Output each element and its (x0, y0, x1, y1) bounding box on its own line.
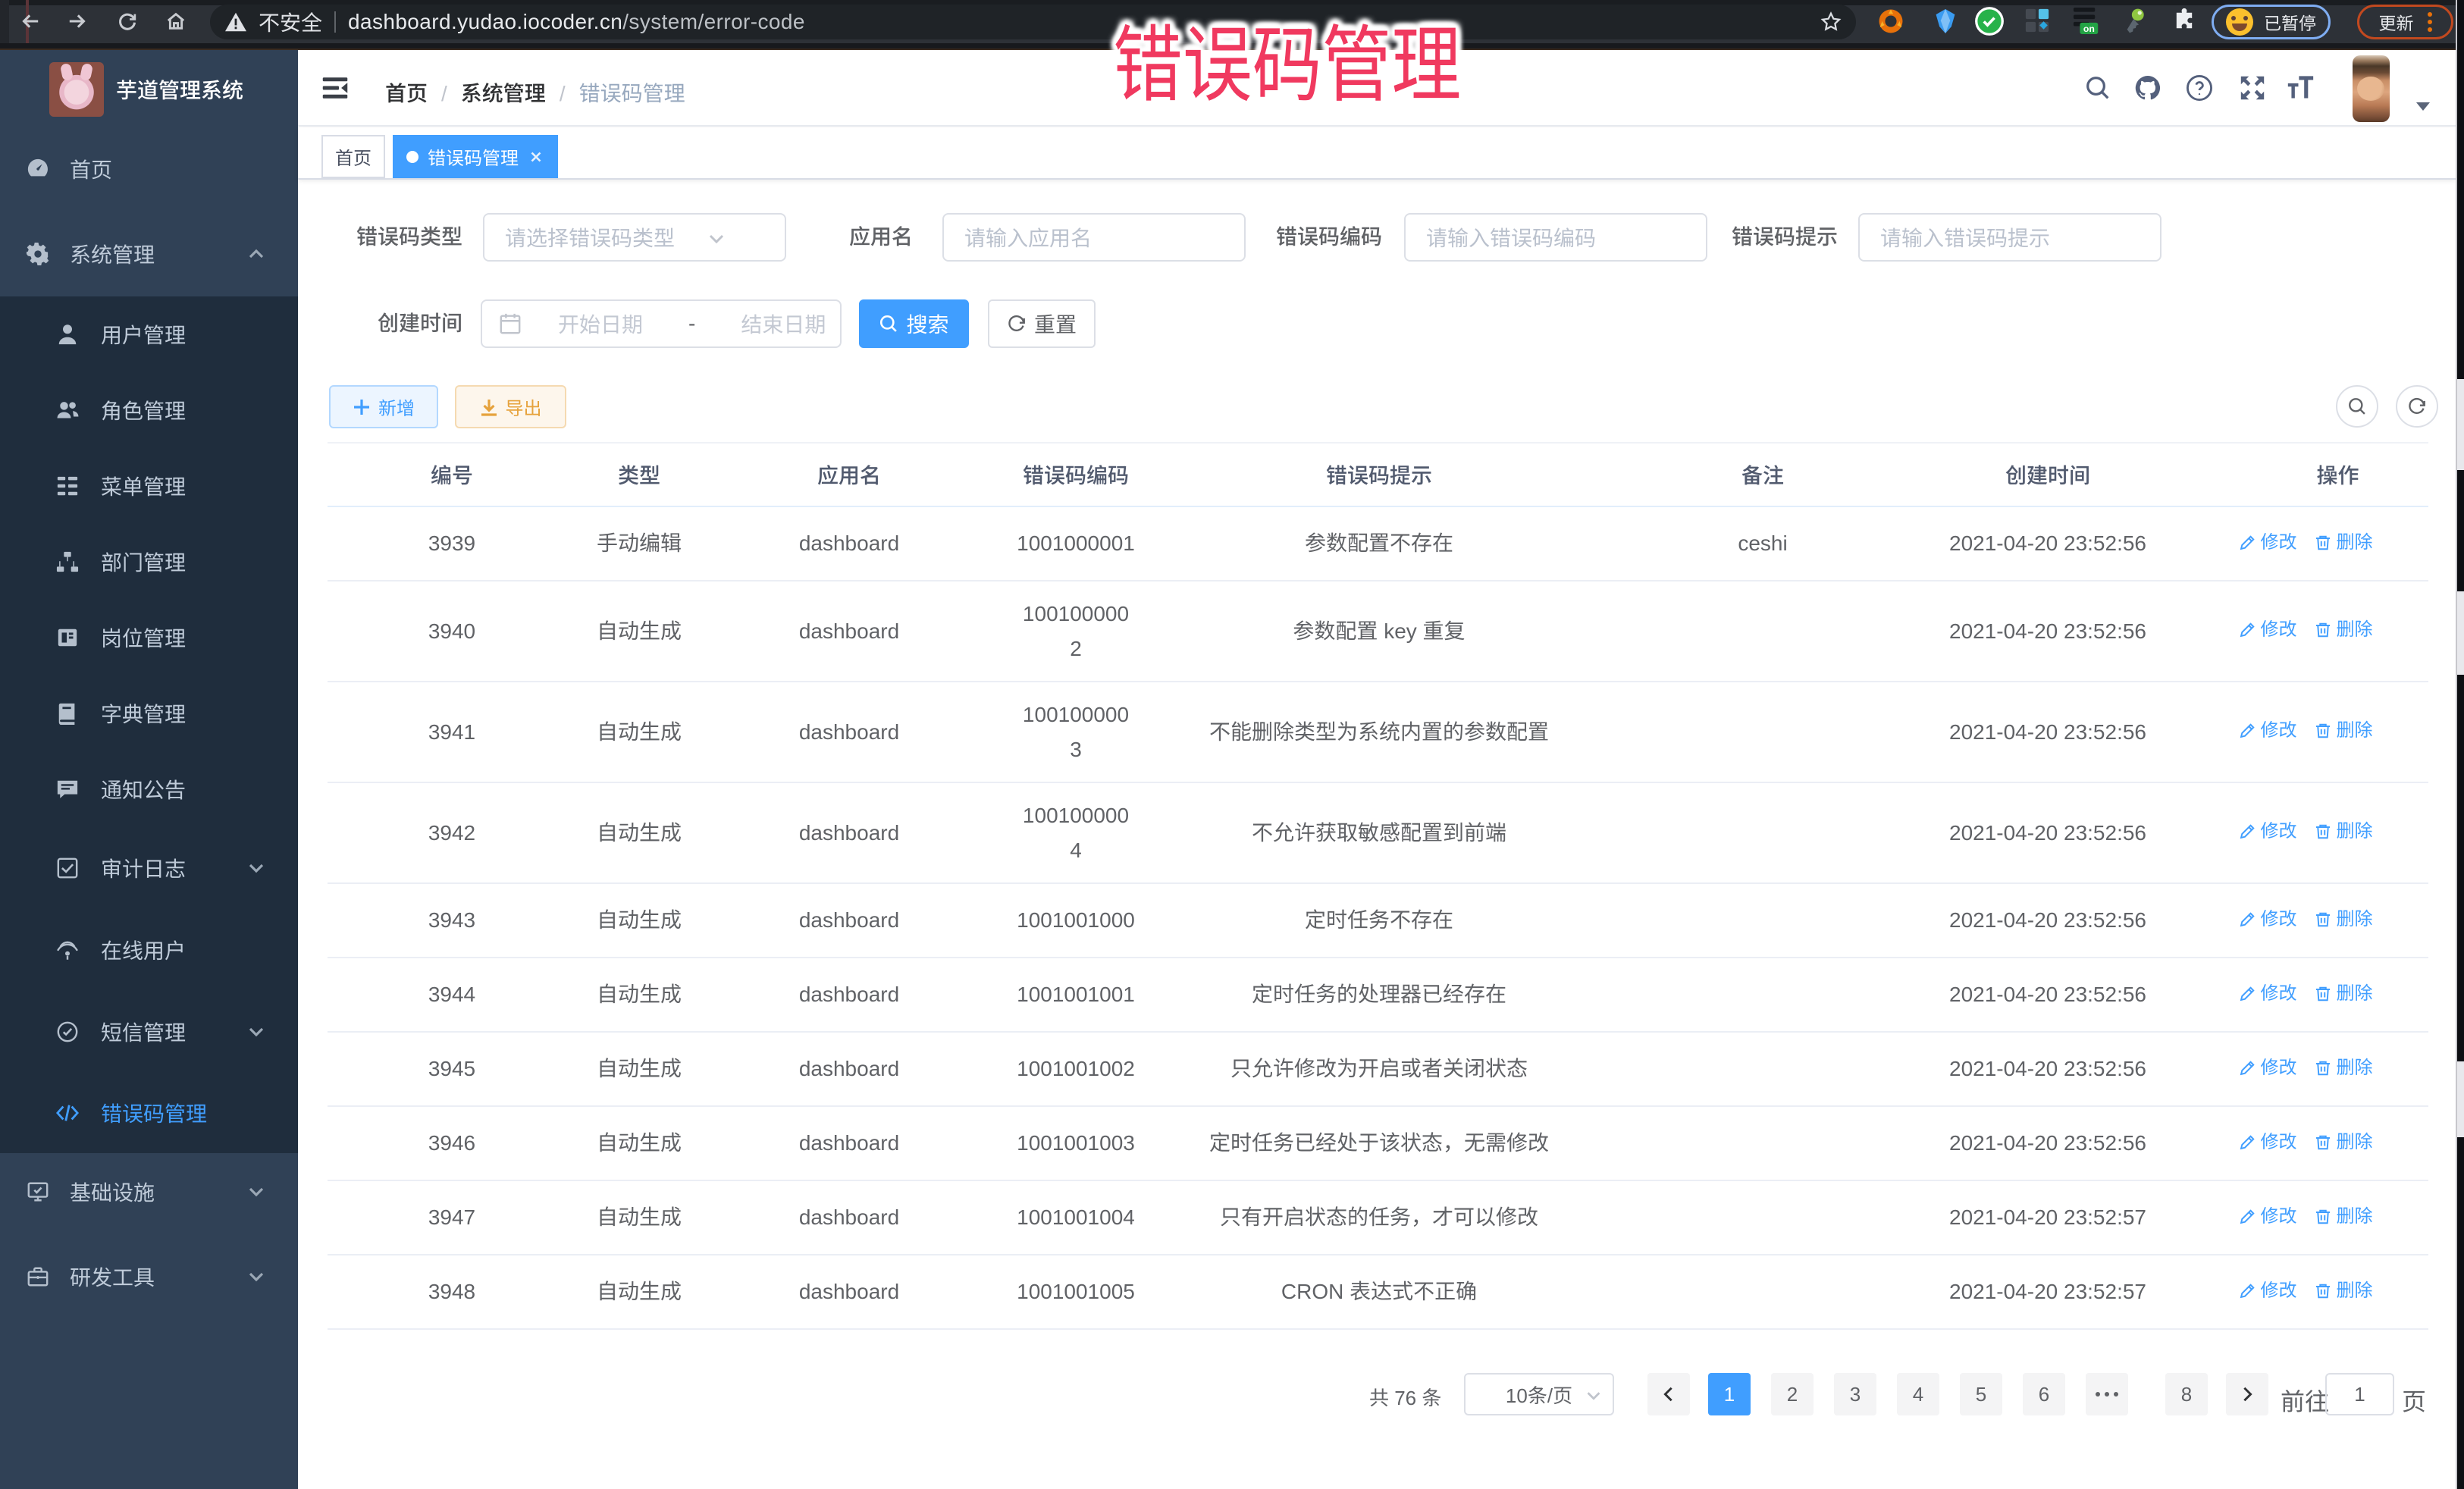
svg-text:on: on (2083, 24, 2095, 34)
